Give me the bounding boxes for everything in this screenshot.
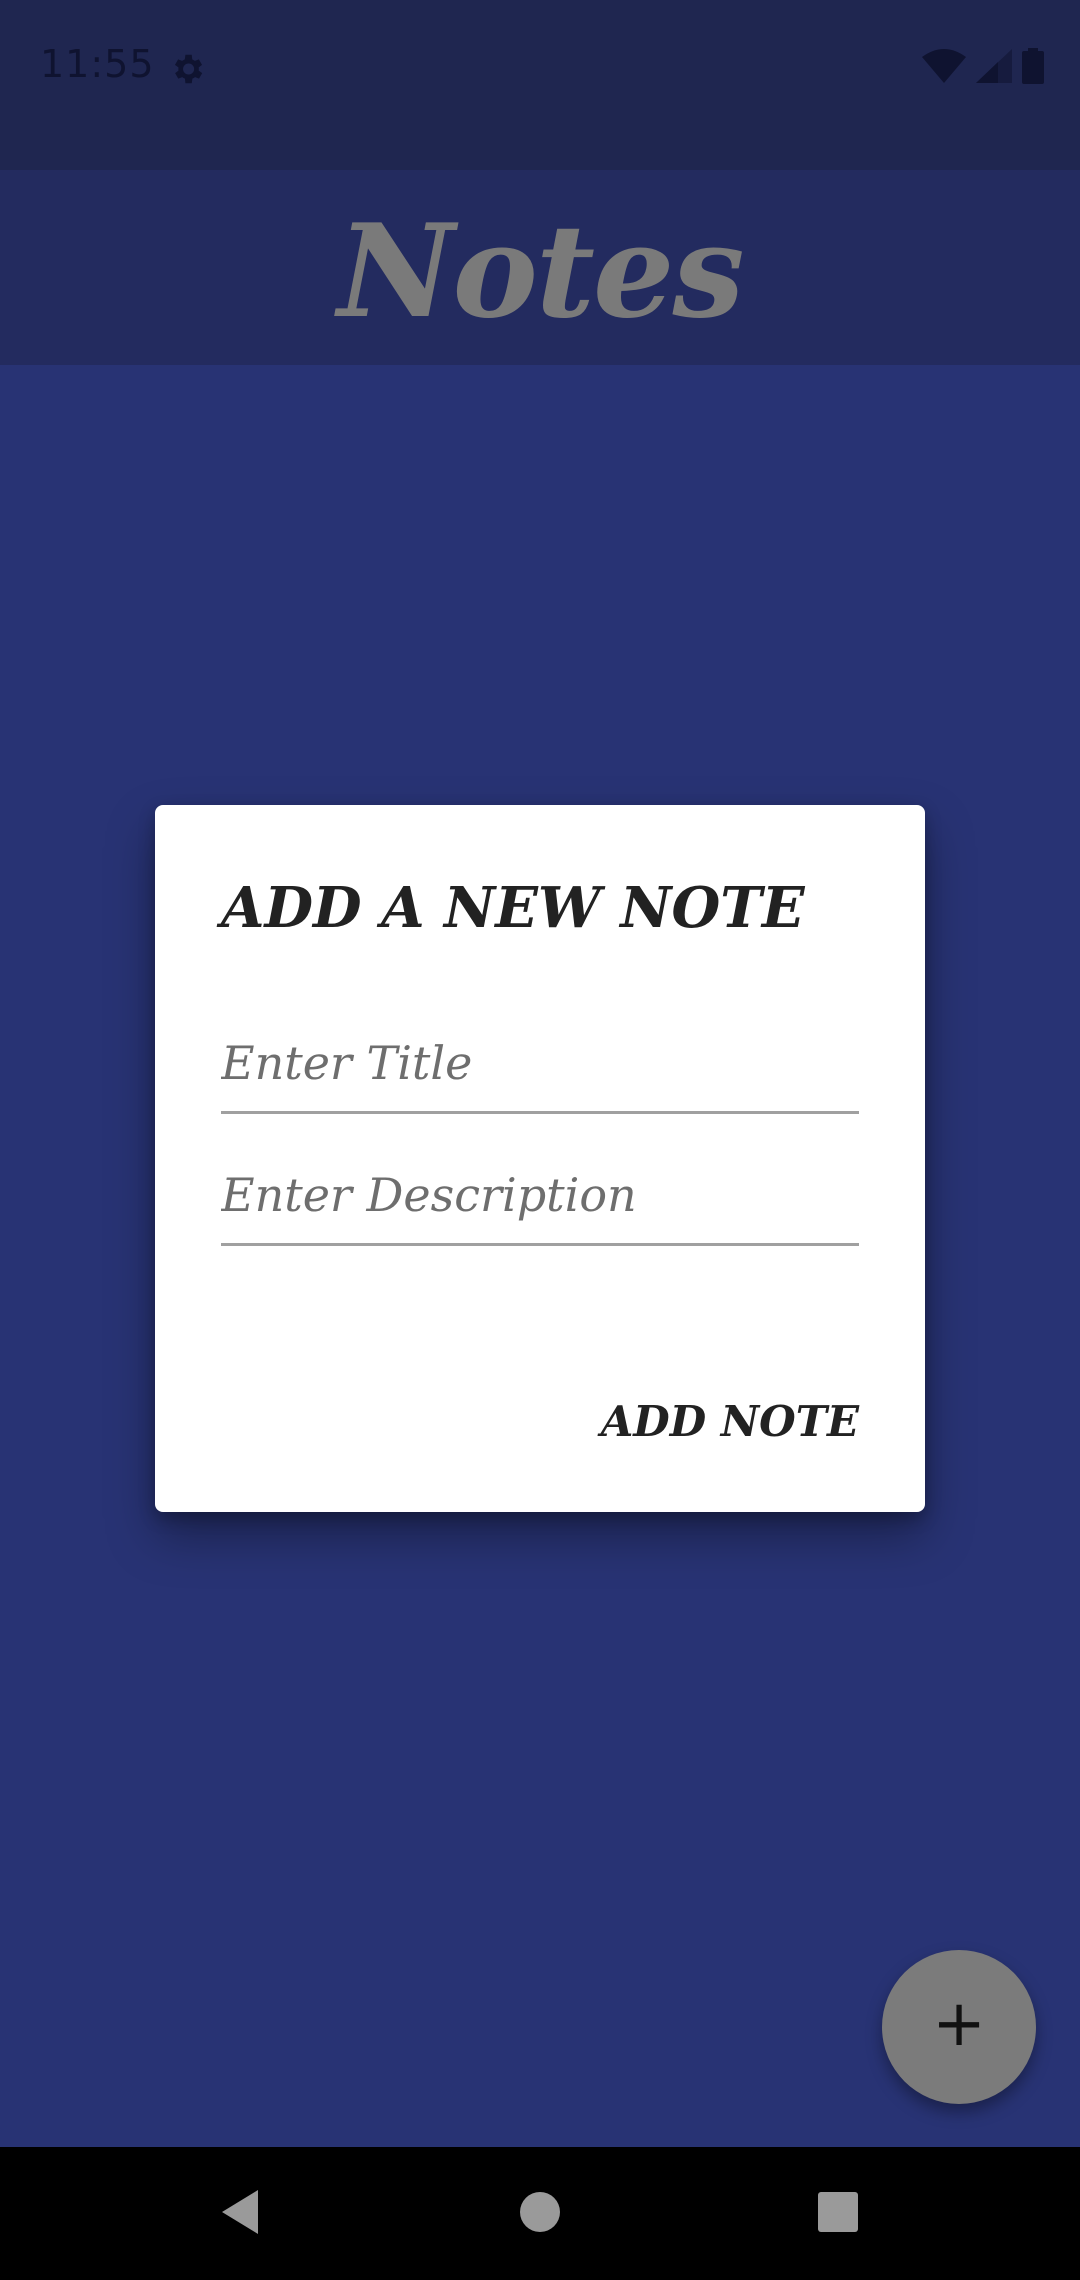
plus-icon: + (932, 1987, 986, 2061)
gear-icon (168, 50, 206, 88)
back-icon (218, 2188, 262, 2240)
wifi-icon (922, 49, 966, 87)
title-input[interactable] (221, 1015, 859, 1111)
home-icon (519, 2191, 561, 2237)
add-note-button[interactable]: ADD NOTE (601, 1397, 859, 1446)
recents-icon (817, 2191, 859, 2237)
dialog-title: ADD A NEW NOTE (221, 875, 805, 941)
home-button[interactable] (470, 2147, 610, 2280)
back-button[interactable] (170, 2147, 310, 2280)
title-field-container (221, 1015, 859, 1114)
navigation-bar (0, 2147, 1080, 2280)
app-bar: Notes (0, 170, 1080, 365)
signal-icon (976, 49, 1012, 87)
description-input[interactable] (221, 1147, 859, 1243)
status-bar: 11:55 (0, 0, 1080, 170)
status-time: 11:55 (40, 42, 155, 86)
add-note-dialog: ADD A NEW NOTE ADD NOTE (155, 805, 925, 1512)
battery-icon (1022, 48, 1044, 88)
recents-button[interactable] (768, 2147, 908, 2280)
description-field-container (221, 1147, 859, 1246)
status-icons (922, 48, 1044, 88)
add-fab-button[interactable]: + (882, 1950, 1036, 2104)
app-title: Notes (337, 196, 745, 347)
